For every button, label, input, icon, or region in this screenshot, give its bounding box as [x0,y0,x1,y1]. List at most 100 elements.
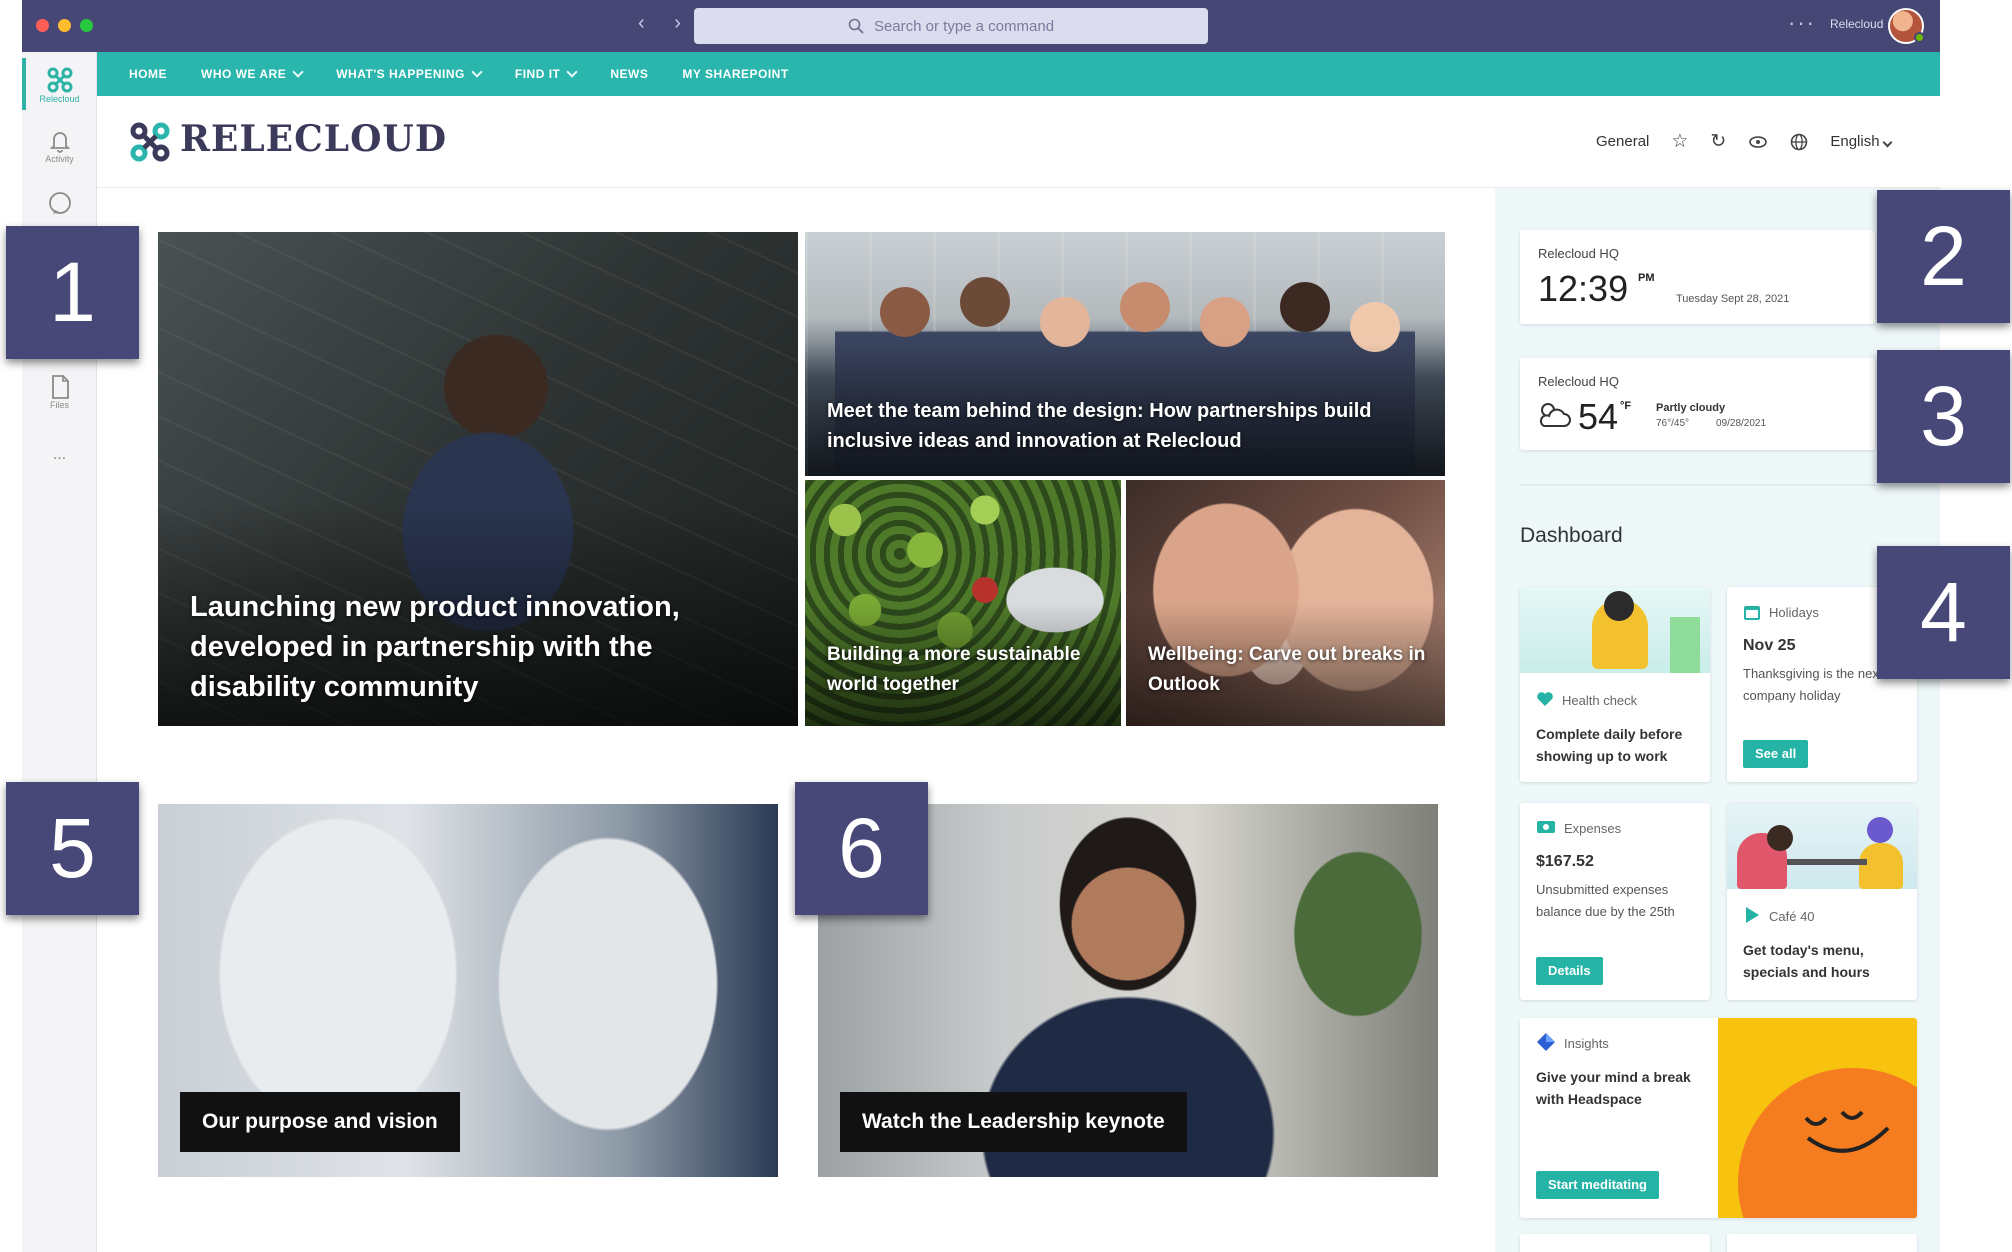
search-placeholder: Search or type a command [873,17,1055,35]
news-tile-hero[interactable]: Launching new product innovation, develo… [158,232,798,726]
general-label[interactable]: General [1596,133,1649,150]
holiday-date: Nov 25 [1743,637,1796,654]
site-title[interactable]: RELECLOUD [180,118,447,160]
window-maximize-dot[interactable] [80,19,93,32]
chevron-down-icon [566,66,579,78]
command-search-input[interactable]: Search or type a command [694,8,1208,44]
news-tile-sustainability[interactable]: Building a more sustainable world togeth… [805,480,1121,726]
details-button[interactable]: Details [1536,957,1603,985]
table-shape [1787,859,1867,865]
callout-2: 2 [1877,190,2010,323]
relecloud-logo-icon [130,122,170,162]
view-icon[interactable] [1748,134,1768,150]
nav-label: MY SHAREPOINT [682,67,789,81]
see-all-button[interactable]: See all [1743,740,1809,768]
calendar-icon [1744,606,1760,620]
clock-card: Relecloud HQ 12:39 PM Tuesday Sept 28, 2… [1520,230,1875,324]
clock-location: Relecloud HQ [1538,246,1619,261]
headspace-image [1718,1018,1917,1218]
nav-label: HOME [129,67,167,81]
person-head [1867,817,1893,843]
relecloud-app-icon [47,67,72,93]
nav-item-news[interactable]: NEWS [610,67,648,81]
figure-head [1604,591,1634,621]
back-forward-arrows[interactable]: ‹ › [638,12,693,35]
rail-more-icon[interactable]: ... [22,446,97,464]
person-body [1859,843,1903,889]
chevron-down-icon [471,66,483,78]
panel-divider [1520,484,1875,486]
nav-item-find-it[interactable]: FIND IT [514,66,579,81]
globe-icon[interactable] [1790,133,1808,151]
callout-1: 1 [6,226,139,359]
nav-item-whats-happening[interactable]: WHAT'S HAPPENING [336,66,483,81]
clock-ampm: PM [1638,272,1655,284]
money-icon [1537,821,1555,833]
nav-item-my-sharepoint[interactable]: MY SHAREPOINT [682,67,788,81]
user-name: Relecloud [1830,17,1884,31]
dashboard-card-partial[interactable] [1727,1234,1917,1252]
dashboard-title: Dashboard [1520,524,1623,547]
more-options-icon[interactable]: ··· [1788,10,1816,36]
weather-condition: Partly cloudy [1656,402,1726,414]
card-label: Café 40 [1769,909,1815,924]
insights-card[interactable]: Insights Give your mind a break with Hea… [1520,1018,1917,1218]
rail-item-activity[interactable]: Activity [22,128,97,164]
news-tile-team[interactable]: Meet the team behind the design: How par… [805,232,1445,476]
rail-item-files[interactable]: Files [22,374,97,410]
feature-caption: Our purpose and vision [180,1092,460,1152]
smile-face-icon [1804,1110,1890,1153]
callout-3: 3 [1877,350,2010,483]
dashboard-card-partial[interactable] [1520,1234,1710,1252]
clock-time: 12:39 [1538,268,1629,309]
window-minimize-dot[interactable] [58,19,71,32]
refresh-icon[interactable]: ↻ [1710,130,1726,153]
cafe-card[interactable]: Café 40 Get today's menu, specials and h… [1727,803,1917,1000]
news-tile-wellbeing[interactable]: Wellbeing: Carve out breaks in Outlook [1126,480,1445,726]
feature-tile-purpose[interactable]: Our purpose and vision [158,804,778,1177]
news-headline: Launching new product innovation, develo… [190,591,680,703]
news-headline: Meet the team behind the design: How par… [827,400,1372,452]
callout-5: 5 [6,782,139,915]
language-selector[interactable]: English [1830,133,1893,150]
rail-item-relecloud[interactable]: Relecloud [22,66,97,104]
cafe-illustration [1727,803,1917,889]
star-icon[interactable]: ☆ [1671,130,1688,153]
rail-item-label: Activity [45,154,74,164]
window-close-dot[interactable] [36,19,49,32]
chat-icon [48,192,71,214]
nav-label: FIND IT [514,67,561,81]
card-text: Give your mind a break with Headspace [1536,1069,1691,1107]
file-icon [51,375,69,399]
nav-label: NEWS [610,67,649,81]
health-illustration [1520,587,1710,673]
building-shape [1670,617,1700,673]
nav-label: WHAT'S HAPPENING [336,67,465,81]
feature-caption: Watch the Leadership keynote [840,1092,1187,1152]
rail-item-label: Files [49,400,69,410]
person-head [1767,825,1793,851]
chevron-down-icon [292,66,304,78]
nav-item-home[interactable]: HOME [129,67,167,81]
language-label: English [1830,133,1880,150]
health-check-card[interactable]: Health check Complete daily before showi… [1520,587,1710,782]
expenses-card[interactable]: Expenses $167.52 Unsubmitted expenses ba… [1520,803,1710,1000]
expenses-amount: $167.52 [1536,853,1594,870]
partly-cloudy-icon [1539,403,1571,427]
card-text: Complete daily before showing up to work [1536,726,1683,764]
weather-date: 09/28/2021 [1716,418,1767,429]
weather-location: Relecloud HQ [1538,374,1619,389]
start-meditating-button[interactable]: Start meditating [1536,1171,1659,1199]
news-headline: Wellbeing: Carve out breaks in Outlook [1148,644,1426,695]
nav-item-who-we-are[interactable]: WHO WE ARE [201,66,304,81]
weather-unit: °F [1620,400,1632,412]
weather-card: Relecloud HQ 54 °F Partly cloudy 76°/45°… [1520,358,1875,450]
nav-label: WHO WE ARE [201,67,287,81]
rail-item-chat[interactable] [22,190,97,216]
card-text: Unsubmitted expenses balance due by the … [1536,882,1675,919]
chevron-down-icon [1882,137,1893,148]
weather-temp: 54 [1578,396,1619,437]
site-navigation: HOME WHO WE ARE WHAT'S HAPPENING FIND IT… [97,52,1940,96]
heart-icon [1537,692,1553,706]
bell-icon [49,132,70,153]
